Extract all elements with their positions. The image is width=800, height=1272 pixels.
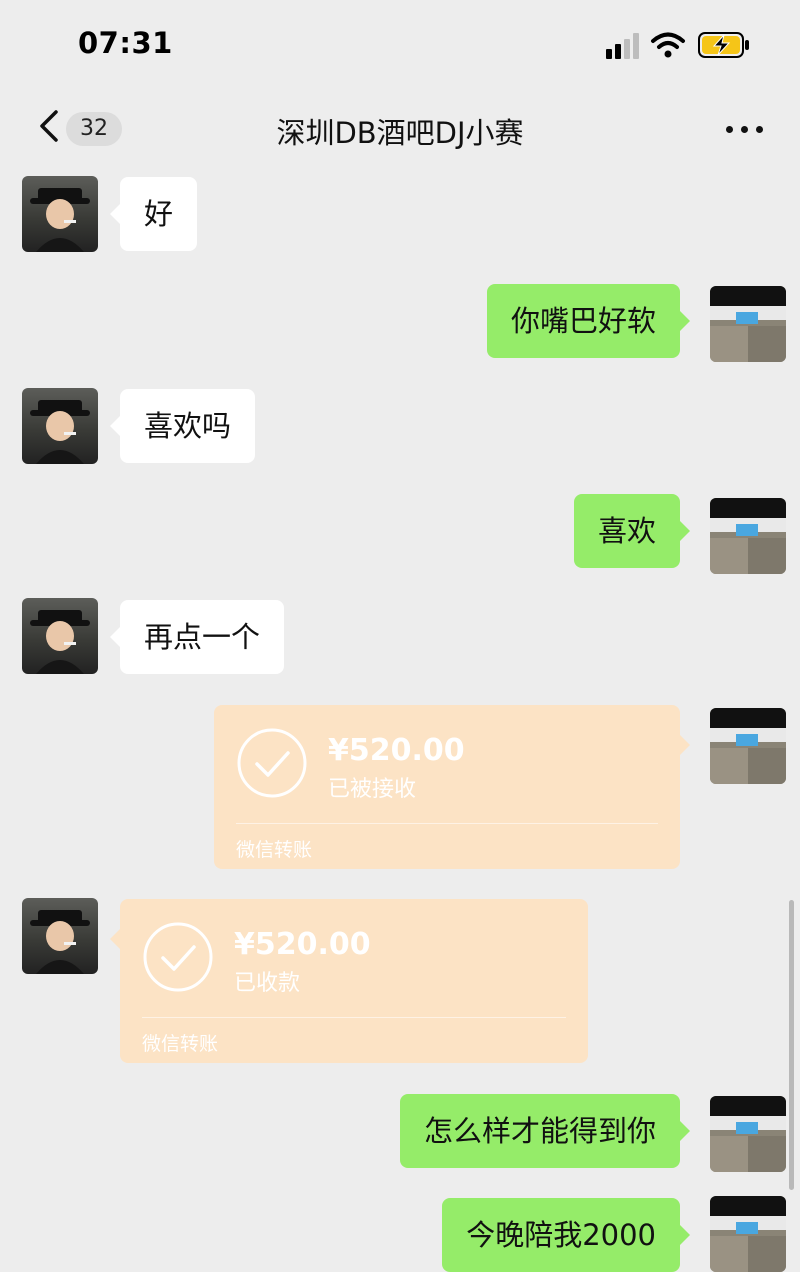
message-bubble-received[interactable]: 喜欢吗 xyxy=(109,389,256,463)
transfer-amount: ¥520.00 xyxy=(328,733,465,768)
status-time: 07:31 xyxy=(78,26,173,60)
user-avatar[interactable] xyxy=(710,708,786,784)
transfer-card-sent[interactable]: ¥520.00 已被接收 微信转账 xyxy=(214,705,690,869)
check-circle-icon xyxy=(143,922,213,992)
message-bubble-sent[interactable]: 你嘴巴好软 xyxy=(486,284,691,358)
transfer-footer: 微信转账 xyxy=(142,1033,219,1055)
transfer-footer: 微信转账 xyxy=(236,839,313,861)
message-bubble-received[interactable]: 好 xyxy=(109,177,198,251)
contact-avatar[interactable] xyxy=(22,176,98,252)
signal-bars-icon xyxy=(606,33,644,59)
user-avatar[interactable] xyxy=(710,498,786,574)
user-avatar[interactable] xyxy=(710,1196,786,1272)
transfer-divider xyxy=(142,1017,566,1018)
status-bar: 07:31 xyxy=(0,0,800,90)
more-dots-icon[interactable] xyxy=(726,126,766,136)
message-bubble-sent[interactable]: 喜欢 xyxy=(573,494,691,568)
transfer-card-received[interactable]: ¥520.00 已收款 微信转账 xyxy=(110,899,588,1063)
battery-charging-icon xyxy=(698,32,749,58)
wifi-icon xyxy=(651,32,685,58)
user-avatar[interactable] xyxy=(710,286,786,362)
scrollbar[interactable] xyxy=(789,900,794,1190)
chat-title: 深圳DB酒吧DJ小赛 xyxy=(276,116,524,150)
transfer-status: 已被接收 xyxy=(328,777,417,802)
transfer-divider xyxy=(236,823,658,824)
contact-avatar[interactable] xyxy=(22,898,98,974)
check-circle-icon xyxy=(237,728,307,798)
message-bubble-sent[interactable]: 怎么样才能得到你 xyxy=(399,1094,691,1168)
transfer-amount: ¥520.00 xyxy=(234,927,371,962)
contact-avatar[interactable] xyxy=(22,388,98,464)
transfer-status: 已收款 xyxy=(234,971,301,996)
contact-avatar[interactable] xyxy=(22,598,98,674)
user-avatar[interactable] xyxy=(710,1096,786,1172)
message-bubble-received[interactable]: 再点一个 xyxy=(109,600,285,674)
message-bubble-sent[interactable]: 今晚陪我2000 xyxy=(442,1198,690,1272)
chat-nav-bar: 32 深圳DB酒吧DJ小赛 xyxy=(0,90,800,170)
